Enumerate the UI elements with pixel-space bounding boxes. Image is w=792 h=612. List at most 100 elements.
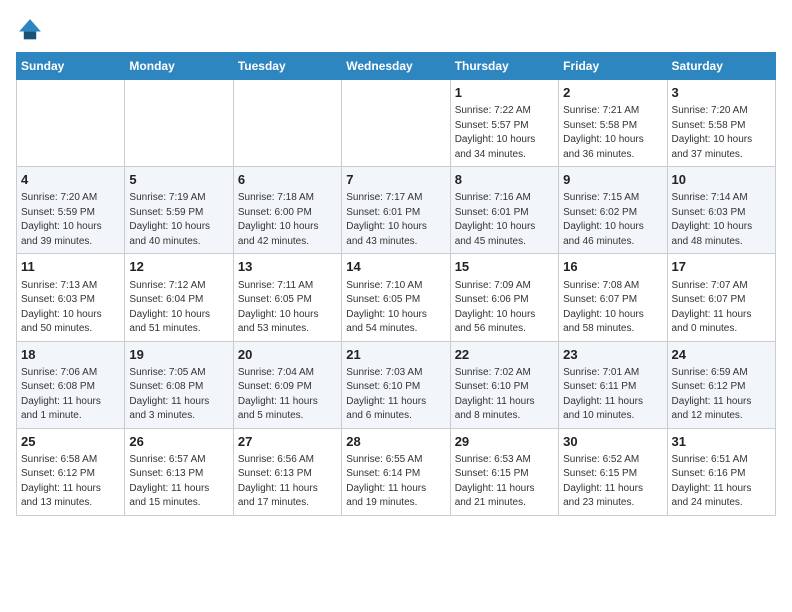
day-number: 20 (238, 346, 337, 364)
day-info: Sunrise: 6:55 AM Sunset: 6:14 PM Dayligh… (346, 453, 445, 511)
day-info: Sunrise: 7:20 AM Sunset: 5:59 PM Dayligh… (21, 191, 120, 249)
day-info: Sunrise: 7:01 AM Sunset: 6:11 PM Dayligh… (563, 366, 662, 424)
day-number: 31 (672, 433, 771, 451)
calendar-day-cell: 10 Sunrise: 7:14 AM Sunset: 6:03 PM Dayli… (667, 167, 775, 254)
day-info: Sunrise: 7:22 AM Sunset: 5:57 PM Dayligh… (455, 104, 554, 162)
calendar-day-cell: 19 Sunrise: 7:05 AM Sunset: 6:08 PM Dayli… (125, 341, 233, 428)
day-of-week-header: Friday (559, 53, 667, 80)
calendar-day-cell: 20 Sunrise: 7:04 AM Sunset: 6:09 PM Dayli… (233, 341, 341, 428)
day-number: 2 (563, 84, 662, 102)
calendar-day-cell: 5 Sunrise: 7:19 AM Sunset: 5:59 PM Daylig… (125, 167, 233, 254)
calendar-day-cell: 8 Sunrise: 7:16 AM Sunset: 6:01 PM Daylig… (450, 167, 558, 254)
calendar-week-row: 11 Sunrise: 7:13 AM Sunset: 6:03 PM Dayli… (17, 254, 776, 341)
day-number: 21 (346, 346, 445, 364)
calendar-week-row: 1 Sunrise: 7:22 AM Sunset: 5:57 PM Daylig… (17, 80, 776, 167)
day-number: 19 (129, 346, 228, 364)
calendar-day-cell: 16 Sunrise: 7:08 AM Sunset: 6:07 PM Dayli… (559, 254, 667, 341)
day-number: 7 (346, 171, 445, 189)
calendar-day-cell: 22Sunrise: 7:02 AM Sunset: 6:10 PM Dayli… (450, 341, 558, 428)
day-info: Sunrise: 6:53 AM Sunset: 6:15 PM Dayligh… (455, 453, 554, 511)
day-info: Sunrise: 6:58 AM Sunset: 6:12 PM Dayligh… (21, 453, 120, 511)
day-number: 10 (672, 171, 771, 189)
day-number: 9 (563, 171, 662, 189)
day-number: 6 (238, 171, 337, 189)
day-number: 8 (455, 171, 554, 189)
day-number: 15 (455, 258, 554, 276)
day-number: 3 (672, 84, 771, 102)
day-info: Sunrise: 7:03 AM Sunset: 6:10 PM Dayligh… (346, 366, 445, 424)
day-info: Sunrise: 7:06 AM Sunset: 6:08 PM Dayligh… (21, 366, 120, 424)
calendar-day-cell: 15 Sunrise: 7:09 AM Sunset: 6:06 PM Dayli… (450, 254, 558, 341)
calendar-day-cell: 29 Sunrise: 6:53 AM Sunset: 6:15 PM Dayli… (450, 428, 558, 515)
day-info: Sunrise: 7:21 AM Sunset: 5:58 PM Dayligh… (563, 104, 662, 162)
day-number: 17 (672, 258, 771, 276)
day-of-week-header: Wednesday (342, 53, 450, 80)
calendar-day-cell (17, 80, 125, 167)
calendar-day-cell: 28Sunrise: 6:55 AM Sunset: 6:14 PM Dayli… (342, 428, 450, 515)
calendar-day-cell: 6 Sunrise: 7:18 AM Sunset: 6:00 PM Daylig… (233, 167, 341, 254)
day-info: Sunrise: 7:09 AM Sunset: 6:06 PM Dayligh… (455, 279, 554, 337)
day-info: Sunrise: 7:13 AM Sunset: 6:03 PM Dayligh… (21, 279, 120, 337)
calendar-day-cell: 3 Sunrise: 7:20 AM Sunset: 5:58 PM Daylig… (667, 80, 775, 167)
day-info: Sunrise: 7:05 AM Sunset: 6:08 PM Dayligh… (129, 366, 228, 424)
day-info: Sunrise: 7:18 AM Sunset: 6:00 PM Dayligh… (238, 191, 337, 249)
calendar-week-row: 25 Sunrise: 6:58 AM Sunset: 6:12 PM Dayli… (17, 428, 776, 515)
day-info: Sunrise: 7:12 AM Sunset: 6:04 PM Dayligh… (129, 279, 228, 337)
day-number: 11 (21, 258, 120, 276)
calendar-day-cell: 26Sunrise: 6:57 AM Sunset: 6:13 PM Dayli… (125, 428, 233, 515)
day-number: 29 (455, 433, 554, 451)
day-info: Sunrise: 7:14 AM Sunset: 6:03 PM Dayligh… (672, 191, 771, 249)
day-info: Sunrise: 6:56 AM Sunset: 6:13 PM Dayligh… (238, 453, 337, 511)
calendar-day-cell: 18 Sunrise: 7:06 AM Sunset: 6:08 PM Dayli… (17, 341, 125, 428)
day-info: Sunrise: 6:52 AM Sunset: 6:15 PM Dayligh… (563, 453, 662, 511)
calendar-day-cell: 31Sunrise: 6:51 AM Sunset: 6:16 PM Dayli… (667, 428, 775, 515)
calendar-day-cell: 14Sunrise: 7:10 AM Sunset: 6:05 PM Dayli… (342, 254, 450, 341)
day-number: 5 (129, 171, 228, 189)
day-number: 30 (563, 433, 662, 451)
day-info: Sunrise: 7:16 AM Sunset: 6:01 PM Dayligh… (455, 191, 554, 249)
calendar-day-cell: 17 Sunrise: 7:07 AM Sunset: 6:07 PM Dayli… (667, 254, 775, 341)
day-info: Sunrise: 7:02 AM Sunset: 6:10 PM Dayligh… (455, 366, 554, 424)
day-number: 16 (563, 258, 662, 276)
day-number: 1 (455, 84, 554, 102)
day-info: Sunrise: 7:15 AM Sunset: 6:02 PM Dayligh… (563, 191, 662, 249)
calendar-day-cell: 23Sunrise: 7:01 AM Sunset: 6:11 PM Dayli… (559, 341, 667, 428)
calendar-day-cell (342, 80, 450, 167)
calendar-day-cell: 9 Sunrise: 7:15 AM Sunset: 6:02 PM Daylig… (559, 167, 667, 254)
calendar-day-cell: 4Sunrise: 7:20 AM Sunset: 5:59 PM Daylig… (17, 167, 125, 254)
day-info: Sunrise: 7:04 AM Sunset: 6:09 PM Dayligh… (238, 366, 337, 424)
calendar-day-cell: 13 Sunrise: 7:11 AM Sunset: 6:05 PM Dayli… (233, 254, 341, 341)
calendar-week-row: 4Sunrise: 7:20 AM Sunset: 5:59 PM Daylig… (17, 167, 776, 254)
page-header (16, 16, 776, 44)
day-info: Sunrise: 7:07 AM Sunset: 6:07 PM Dayligh… (672, 279, 771, 337)
logo (16, 16, 48, 44)
calendar-day-cell: 30 Sunrise: 6:52 AM Sunset: 6:15 PM Dayli… (559, 428, 667, 515)
calendar-day-cell: 21 Sunrise: 7:03 AM Sunset: 6:10 PM Dayli… (342, 341, 450, 428)
calendar-day-cell: 27 Sunrise: 6:56 AM Sunset: 6:13 PM Dayli… (233, 428, 341, 515)
calendar-day-cell: 7Sunrise: 7:17 AM Sunset: 6:01 PM Daylig… (342, 167, 450, 254)
day-number: 12 (129, 258, 228, 276)
logo-icon (16, 16, 44, 44)
calendar-header: SundayMondayTuesdayWednesdayThursdayFrid… (17, 53, 776, 80)
calendar-body: 1 Sunrise: 7:22 AM Sunset: 5:57 PM Daylig… (17, 80, 776, 516)
calendar-day-cell (233, 80, 341, 167)
day-info: Sunrise: 7:11 AM Sunset: 6:05 PM Dayligh… (238, 279, 337, 337)
calendar-day-cell: 25 Sunrise: 6:58 AM Sunset: 6:12 PM Dayli… (17, 428, 125, 515)
day-number: 18 (21, 346, 120, 364)
day-number: 25 (21, 433, 120, 451)
day-info: Sunrise: 7:19 AM Sunset: 5:59 PM Dayligh… (129, 191, 228, 249)
calendar-day-cell: 24 Sunrise: 6:59 AM Sunset: 6:12 PM Dayli… (667, 341, 775, 428)
calendar-day-cell: 1 Sunrise: 7:22 AM Sunset: 5:57 PM Daylig… (450, 80, 558, 167)
calendar-day-cell: 12 Sunrise: 7:12 AM Sunset: 6:04 PM Dayli… (125, 254, 233, 341)
calendar-day-cell: 2 Sunrise: 7:21 AM Sunset: 5:58 PM Daylig… (559, 80, 667, 167)
calendar-day-cell: 11 Sunrise: 7:13 AM Sunset: 6:03 PM Dayli… (17, 254, 125, 341)
day-info: Sunrise: 7:20 AM Sunset: 5:58 PM Dayligh… (672, 104, 771, 162)
day-number: 24 (672, 346, 771, 364)
day-number: 13 (238, 258, 337, 276)
calendar-table: SundayMondayTuesdayWednesdayThursdayFrid… (16, 52, 776, 516)
day-number: 27 (238, 433, 337, 451)
calendar-week-row: 18 Sunrise: 7:06 AM Sunset: 6:08 PM Dayli… (17, 341, 776, 428)
day-info: Sunrise: 7:08 AM Sunset: 6:07 PM Dayligh… (563, 279, 662, 337)
day-info: Sunrise: 6:59 AM Sunset: 6:12 PM Dayligh… (672, 366, 771, 424)
day-of-week-header: Tuesday (233, 53, 341, 80)
